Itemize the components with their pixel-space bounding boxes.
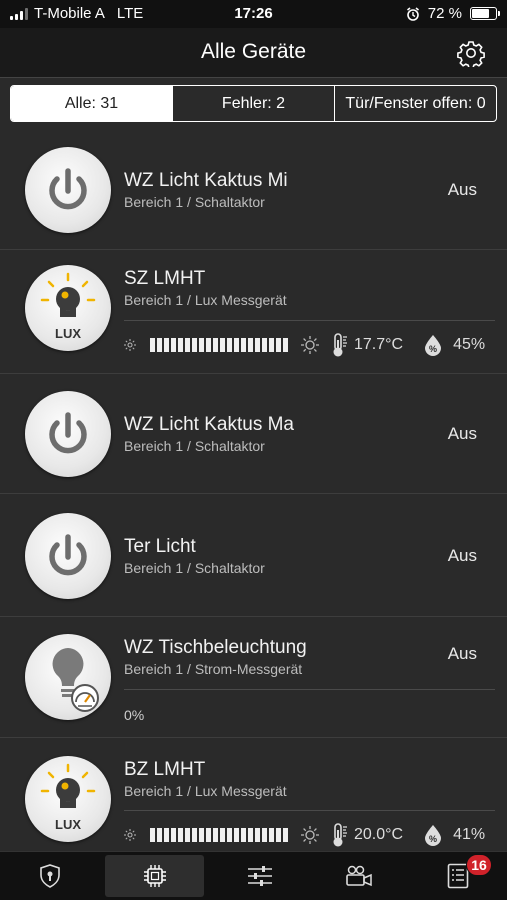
power-icon [25, 147, 111, 233]
power-icon [25, 391, 111, 477]
temperature: 20.0°C [354, 826, 404, 843]
device-area: Bereich 1 / Schaltaktor [124, 438, 265, 454]
bright-sun-icon [301, 826, 319, 844]
camera-icon [345, 865, 372, 887]
tab-devices[interactable] [105, 855, 204, 897]
device-row[interactable]: LUX BZ LMHT Bereich 1 / Lux Messgerät 20… [0, 738, 507, 850]
row-divider [124, 320, 495, 321]
nav-header: Alle Geräte [0, 28, 507, 78]
device-name: WZ Licht Kaktus Mi [124, 170, 288, 191]
device-area: Bereich 1 / Lux Messgerät [124, 292, 287, 308]
thermometer-icon [333, 333, 347, 357]
device-state: Aus [447, 424, 477, 443]
sliders-icon [247, 866, 272, 886]
device-row[interactable]: WZ Licht Kaktus Mi Bereich 1 / Schaltakt… [0, 130, 507, 250]
filter-open-tab[interactable]: Tür/Fenster offen: 0 [335, 86, 496, 121]
lux-sensor-icon: LUX [25, 756, 111, 842]
tab-security[interactable] [0, 852, 99, 900]
device-name: Ter Licht [124, 536, 196, 557]
device-name: WZ Tischbeleuchtung [124, 637, 307, 658]
bright-sun-icon [301, 336, 319, 354]
svg-text:%: % [429, 344, 437, 354]
alarm-icon [406, 6, 419, 21]
device-state: Aus [447, 546, 477, 565]
device-row[interactable]: LUX SZ LMHT Bereich 1 / Lux Messgerät 17… [0, 250, 507, 374]
filter-errors-tab[interactable]: Fehler: 2 [173, 86, 335, 121]
humidity: 41% [453, 826, 486, 843]
lux-reading: 20.0°C % 41% [124, 823, 495, 847]
humidity-icon: % [425, 825, 442, 846]
chip-icon [143, 865, 166, 887]
device-state: Aus [447, 644, 477, 663]
battery-percent: 72 % [427, 5, 462, 22]
lux-label: LUX [55, 817, 81, 832]
power-icon [25, 513, 111, 599]
device-name: WZ Licht Kaktus Ma [124, 414, 294, 435]
lux-bar [150, 828, 288, 842]
device-name: BZ LMHT [124, 759, 206, 780]
dim-sun-icon [124, 339, 136, 351]
device-state: Aus [447, 180, 477, 199]
humidity: 45% [453, 336, 486, 353]
filter-all-tab[interactable]: Alle: 31 [11, 86, 173, 121]
gear-icon[interactable] [457, 39, 485, 67]
device-area: Bereich 1 / Schaltaktor [124, 560, 265, 576]
lux-sensor-icon: LUX [25, 265, 111, 351]
battery-icon [470, 7, 500, 20]
device-row[interactable]: WZ Tischbeleuchtung Bereich 1 / Strom-Me… [0, 617, 507, 738]
device-area: Bereich 1 / Lux Messgerät [124, 783, 287, 799]
tab-bar: 16 [0, 851, 507, 900]
device-list: WZ Licht Kaktus Mi Bereich 1 / Schaltakt… [0, 130, 507, 850]
power-value: 0% [124, 707, 145, 723]
temperature: 17.7°C [354, 336, 404, 353]
tab-messages[interactable]: 16 [408, 852, 507, 900]
device-filter: Alle: 31 Fehler: 2 Tür/Fenster offen: 0 [10, 85, 497, 122]
lux-bar [150, 338, 288, 352]
humidity-icon: % [425, 335, 442, 356]
device-row[interactable]: WZ Licht Kaktus Ma Bereich 1 / Schaltakt… [0, 374, 507, 494]
row-divider [124, 689, 495, 690]
tab-controls[interactable] [210, 852, 309, 900]
notification-badge: 16 [466, 854, 492, 876]
lux-label: LUX [55, 326, 81, 341]
lux-reading: 17.7°C % 45% [124, 333, 495, 357]
svg-text:%: % [429, 834, 437, 844]
shield-icon [39, 864, 60, 888]
row-divider [124, 810, 495, 811]
page-title: Alle Geräte [200, 40, 307, 63]
tab-cameras[interactable] [309, 852, 408, 900]
bulb-meter-icon [25, 634, 111, 720]
thermometer-icon [333, 823, 347, 847]
device-area: Bereich 1 / Schaltaktor [124, 194, 265, 210]
dim-sun-icon [124, 829, 136, 841]
status-bar: T-Mobile A LTE 17:26 72 % [0, 0, 507, 28]
device-area: Bereich 1 / Strom-Messgerät [124, 661, 303, 677]
device-row[interactable]: Ter Licht Bereich 1 / Schaltaktor Aus [0, 494, 507, 617]
device-name: SZ LMHT [124, 268, 206, 289]
